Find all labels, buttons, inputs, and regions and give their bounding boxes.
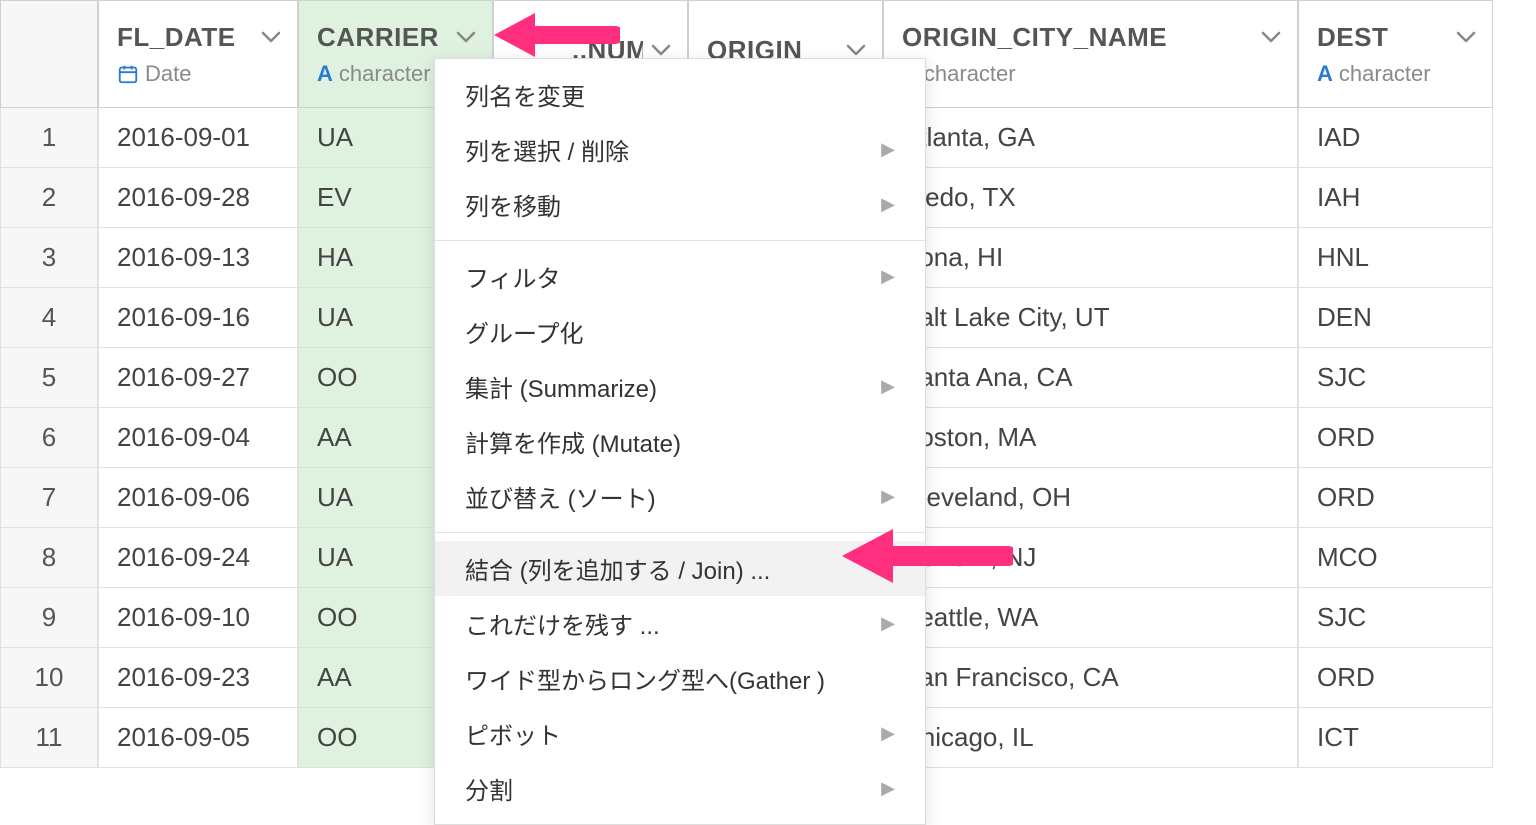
menu-label: ピボット — [465, 716, 561, 751]
row-number: 10 — [0, 648, 98, 708]
row-number: 11 — [0, 708, 98, 768]
cell-dest[interactable]: IAH — [1298, 168, 1493, 228]
cell-fl-date[interactable]: 2016-09-13 — [98, 228, 298, 288]
calendar-icon — [117, 63, 139, 85]
cell-origin-city[interactable]: Seattle, WA — [883, 588, 1298, 648]
menu-item-select-delete[interactable]: 列を選択 / 削除 ▶ — [435, 122, 925, 177]
menu-item-summarize[interactable]: 集計 (Summarize) ▶ — [435, 359, 925, 414]
menu-label: グループ化 — [465, 314, 584, 349]
row-number: 1 — [0, 108, 98, 168]
cell-fl-date[interactable]: 2016-09-05 — [98, 708, 298, 768]
row-number: 8 — [0, 528, 98, 588]
cell-dest[interactable]: SJC — [1298, 348, 1493, 408]
menu-label: 列名を変更 — [465, 77, 585, 112]
menu-label: 集計 (Summarize) — [465, 369, 657, 404]
cell-dest[interactable]: ORD — [1298, 648, 1493, 708]
cell-origin-city[interactable]: Chicago, IL — [883, 708, 1298, 768]
column-type: character — [1339, 61, 1431, 87]
row-number: 7 — [0, 468, 98, 528]
menu-label: 計算を作成 (Mutate) — [465, 424, 681, 459]
column-type: Date — [145, 61, 191, 87]
menu-label: 並び替え (ソート) — [465, 479, 656, 514]
cell-dest[interactable]: HNL — [1298, 228, 1493, 288]
menu-item-move[interactable]: 列を移動 ▶ — [435, 177, 925, 232]
menu-item-rename[interactable]: 列名を変更 — [435, 67, 925, 122]
cell-dest[interactable]: ORD — [1298, 468, 1493, 528]
menu-label: ワイド型からロング型へ(Gather ) — [465, 661, 825, 696]
cell-dest[interactable]: ICT — [1298, 708, 1493, 768]
cell-origin-city[interactable]: Salt Lake City, UT — [883, 288, 1298, 348]
menu-item-gather[interactable]: ワイド型からロング型へ(Gather ) — [435, 651, 925, 706]
menu-item-pivot[interactable]: ピボット ▶ — [435, 706, 925, 761]
cell-origin-city[interactable]: San Francisco, CA — [883, 648, 1298, 708]
cell-origin-city[interactable]: Atlanta, GA — [883, 108, 1298, 168]
column-name: FL_DATE — [117, 22, 236, 53]
cell-origin-city[interactable]: Santa Ana, CA — [883, 348, 1298, 408]
menu-separator — [435, 240, 925, 241]
menu-label: 結合 (列を追加する / Join) ... — [465, 551, 770, 586]
menu-item-split[interactable]: 分割 ▶ — [435, 761, 925, 816]
menu-item-sort[interactable]: 並び替え (ソート) ▶ — [435, 469, 925, 524]
chevron-down-icon[interactable] — [456, 27, 476, 48]
row-number: 2 — [0, 168, 98, 228]
column-header-dest[interactable]: DEST A character — [1298, 0, 1493, 108]
text-type-icon: A — [1317, 61, 1333, 87]
cell-dest[interactable]: SJC — [1298, 588, 1493, 648]
text-type-icon: A — [317, 61, 333, 87]
cell-fl-date[interactable]: 2016-09-28 — [98, 168, 298, 228]
cell-fl-date[interactable]: 2016-09-27 — [98, 348, 298, 408]
row-number: 4 — [0, 288, 98, 348]
column-name: ORIGIN_CITY_NAME — [902, 22, 1167, 53]
cell-dest[interactable]: IAD — [1298, 108, 1493, 168]
column-header-origin-city[interactable]: ORIGIN_CITY_NAME A character — [883, 0, 1298, 108]
cell-origin-city[interactable]: Cleveland, OH — [883, 468, 1298, 528]
submenu-arrow-icon: ▶ — [881, 723, 895, 744]
cell-origin-city[interactable]: Boston, MA — [883, 408, 1298, 468]
cell-fl-date[interactable]: 2016-09-24 — [98, 528, 298, 588]
chevron-down-icon[interactable] — [261, 27, 281, 48]
row-number: 3 — [0, 228, 98, 288]
menu-item-mutate[interactable]: 計算を作成 (Mutate) — [435, 414, 925, 469]
row-number: 5 — [0, 348, 98, 408]
row-number: 9 — [0, 588, 98, 648]
column-name: CARRIER — [317, 22, 439, 53]
menu-label: 分割 — [465, 771, 513, 806]
cell-fl-date[interactable]: 2016-09-10 — [98, 588, 298, 648]
menu-label: 列を移動 — [465, 187, 561, 222]
menu-item-filter[interactable]: フィルタ ▶ — [435, 249, 925, 304]
cell-dest[interactable]: MCO — [1298, 528, 1493, 588]
submenu-arrow-icon: ▶ — [881, 376, 895, 397]
menu-label: フィルタ — [465, 259, 561, 294]
cell-origin-city[interactable]: aredo, TX — [883, 168, 1298, 228]
chevron-down-icon[interactable] — [1456, 27, 1476, 48]
cell-fl-date[interactable]: 2016-09-04 — [98, 408, 298, 468]
menu-item-keep-only[interactable]: これだけを残す ... ▶ — [435, 596, 925, 651]
header-cell-rownum — [0, 0, 98, 108]
submenu-arrow-icon: ▶ — [881, 139, 895, 160]
column-name: DEST — [1317, 22, 1388, 53]
menu-label: 列を選択 / 削除 — [465, 132, 629, 167]
annotation-arrow-join — [838, 523, 1013, 589]
cell-dest[interactable]: ORD — [1298, 408, 1493, 468]
column-type: character — [339, 61, 431, 87]
submenu-arrow-icon: ▶ — [881, 194, 895, 215]
cell-fl-date[interactable]: 2016-09-16 — [98, 288, 298, 348]
menu-label: これだけを残す ... — [465, 606, 660, 641]
submenu-arrow-icon: ▶ — [881, 613, 895, 634]
chevron-down-icon[interactable] — [1261, 27, 1281, 48]
row-number: 6 — [0, 408, 98, 468]
cell-dest[interactable]: DEN — [1298, 288, 1493, 348]
submenu-arrow-icon: ▶ — [881, 486, 895, 507]
cell-fl-date[interactable]: 2016-09-23 — [98, 648, 298, 708]
annotation-arrow-top — [490, 5, 620, 65]
menu-item-group[interactable]: グループ化 — [435, 304, 925, 359]
submenu-arrow-icon: ▶ — [881, 266, 895, 287]
column-type: character — [924, 61, 1016, 87]
cell-fl-date[interactable]: 2016-09-01 — [98, 108, 298, 168]
column-header-fl-date[interactable]: FL_DATE Date — [98, 0, 298, 108]
column-context-menu: 列名を変更 列を選択 / 削除 ▶ 列を移動 ▶ フィルタ ▶ グループ化 集計… — [434, 58, 926, 825]
submenu-arrow-icon: ▶ — [881, 778, 895, 799]
cell-fl-date[interactable]: 2016-09-06 — [98, 468, 298, 528]
cell-origin-city[interactable]: Kona, HI — [883, 228, 1298, 288]
